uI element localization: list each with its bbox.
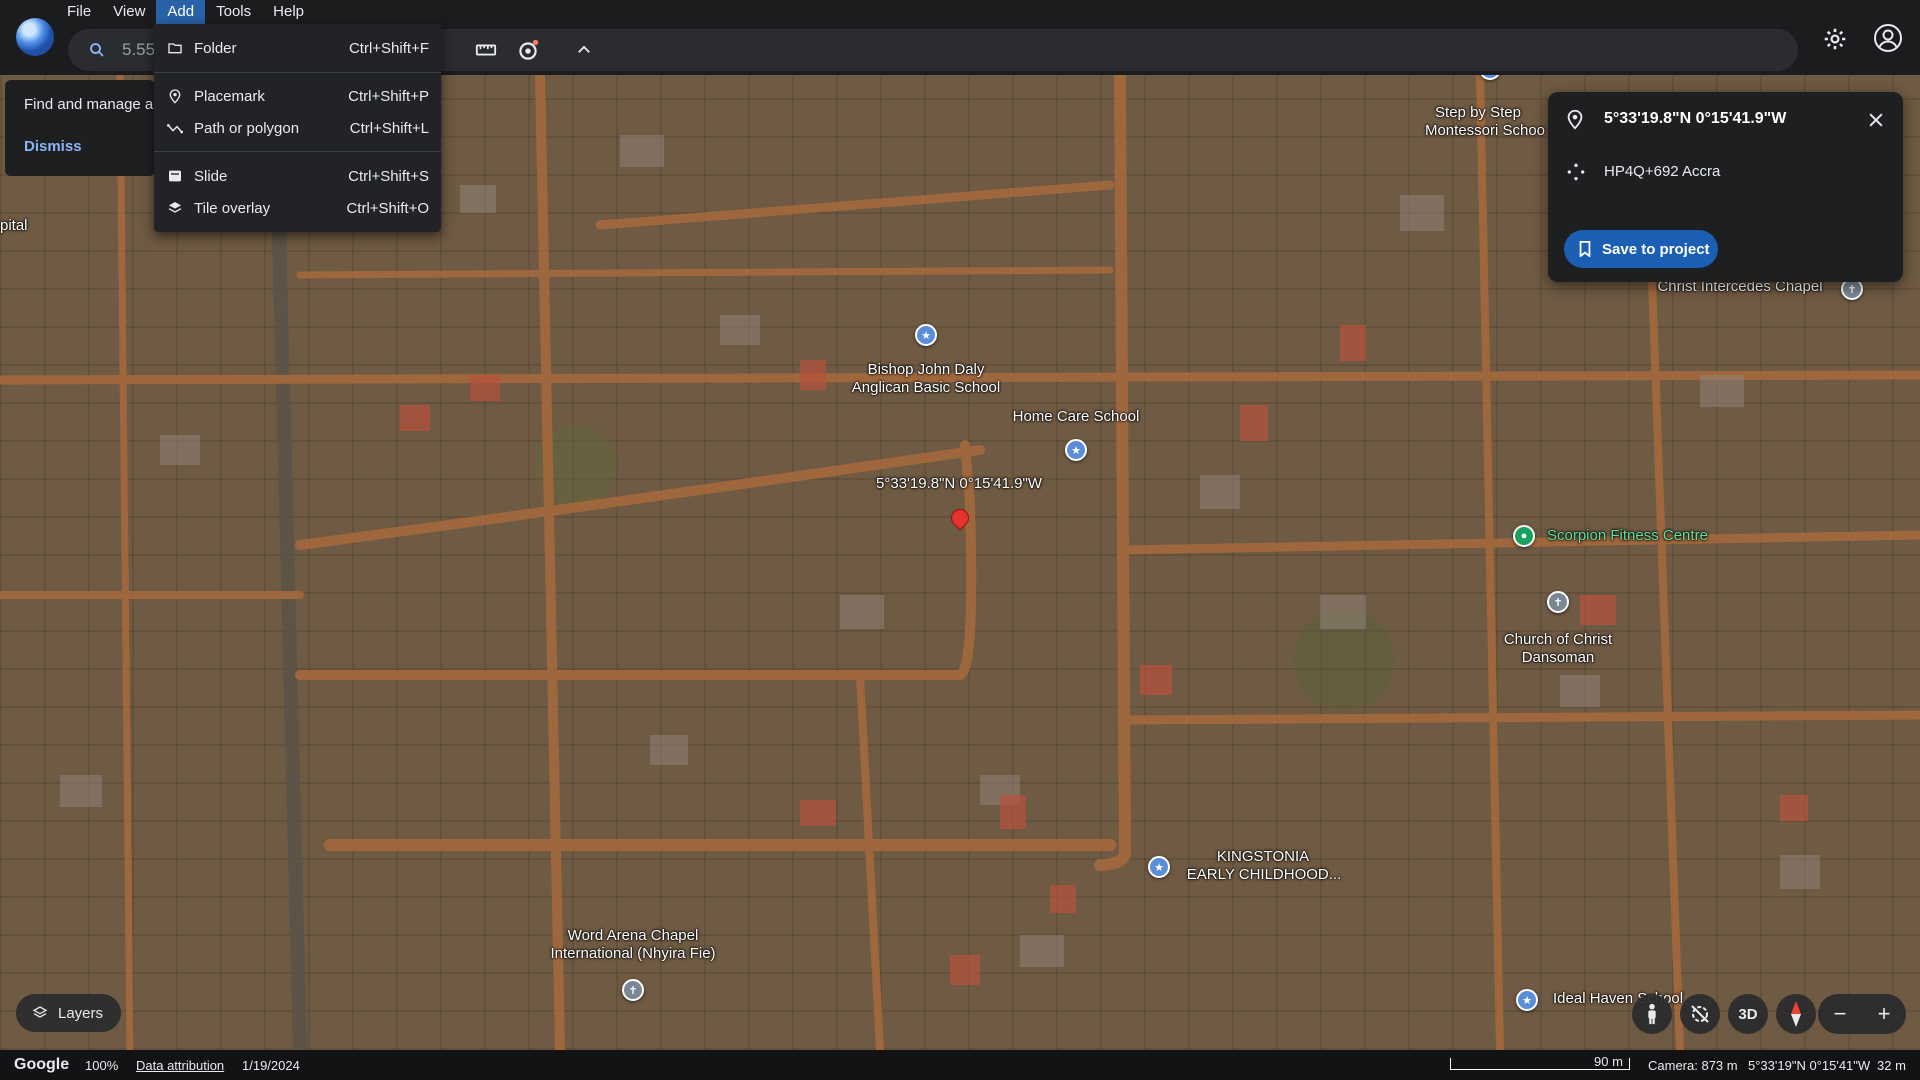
account-icon[interactable] [1872, 22, 1904, 54]
menu-item-path[interactable]: Path or polygon Ctrl+Shift+L [154, 112, 441, 144]
menu-item-folder[interactable]: Folder Ctrl+Shift+F [154, 32, 441, 64]
menu-tools[interactable]: Tools [205, 0, 262, 24]
school-icon[interactable]: ★ [1148, 856, 1170, 878]
location-pin-icon [1567, 109, 1583, 130]
dismiss-button[interactable]: Dismiss [24, 138, 82, 155]
path-icon [167, 120, 183, 136]
zoom-in-button[interactable]: + [1862, 994, 1906, 1034]
menu-item-shortcut: Ctrl+Shift+L [349, 119, 429, 137]
pegman-icon [1648, 1003, 1656, 1025]
menu-item-shortcut: Ctrl+Shift+P [348, 87, 429, 105]
close-icon[interactable] [1866, 110, 1886, 130]
imagery-date: 1/19/2024 [242, 1058, 300, 1073]
no-rotation-icon [1691, 1005, 1709, 1023]
church-icon[interactable]: ✝ [1547, 591, 1569, 613]
church-icon[interactable]: ✝ [622, 979, 644, 1001]
school-icon[interactable]: ★ [915, 324, 937, 346]
cursor-coordinates: 5°33'19"N 0°15'41"W [1748, 1058, 1871, 1073]
camera-altitude: Camera: 873 m [1648, 1058, 1738, 1073]
menu-item-label: Placemark [194, 87, 265, 105]
slide-icon [167, 168, 183, 184]
menu-item-label: Path or polygon [194, 119, 300, 137]
menu-item-slide[interactable]: Slide Ctrl+Shift+S [154, 160, 441, 192]
compass-icon [1791, 1001, 1801, 1027]
notice-text: Find and manage all [24, 96, 160, 113]
reset-tilt-button[interactable] [1680, 994, 1720, 1034]
scale-label: 90 m [1594, 1054, 1623, 1069]
toggle-3d-button[interactable]: 3D [1728, 994, 1768, 1034]
place-label[interactable]: Bishop John Daly [868, 361, 985, 379]
zoom-controls: − + [1818, 994, 1906, 1034]
place-label[interactable]: KINGSTONIA [1217, 848, 1309, 866]
menu-help[interactable]: Help [262, 0, 315, 24]
place-label[interactable]: Step by Step [1435, 104, 1521, 122]
historical-imagery-icon[interactable] [515, 37, 541, 63]
menu-item-shortcut: Ctrl+Shift+S [348, 167, 429, 185]
save-to-project-button[interactable]: Save to project [1564, 230, 1718, 268]
menu-item-label: Tile overlay [194, 199, 271, 217]
menu-item-label: Folder [194, 39, 237, 57]
place-label[interactable]: Word Arena Chapel [568, 927, 699, 945]
compass-button[interactable] [1776, 994, 1816, 1034]
bookmark-icon [1579, 241, 1591, 257]
place-label[interactable]: EARLY CHILDHOOD... [1187, 866, 1341, 884]
menu-divider [154, 151, 441, 152]
gear-icon[interactable] [1822, 26, 1848, 52]
google-logo: Google [14, 1056, 70, 1073]
menu-file[interactable]: File [56, 0, 102, 24]
place-label[interactable]: Home Care School [1013, 408, 1140, 426]
save-button-label: Save to project [1602, 240, 1710, 258]
zoom-out-button[interactable]: − [1818, 994, 1862, 1034]
folder-icon [167, 40, 183, 56]
location-info-card: 5°33'19.8"N 0°15'41.9"W HP4Q+692 Accra S… [1548, 92, 1903, 282]
layers-label: Layers [58, 1004, 104, 1022]
status-bar: Google 100% Data attribution 1/19/2024 C… [0, 1050, 1920, 1080]
menu-view[interactable]: View [102, 0, 156, 24]
coordinates-title: 5°33'19.8"N 0°15'41.9"W [1604, 110, 1787, 127]
layers-button[interactable]: Layers [16, 994, 121, 1032]
ruler-icon[interactable] [475, 39, 497, 61]
menu-bar: File View Add Tools Help [56, 0, 315, 24]
search-input[interactable]: 5.55 [122, 40, 155, 60]
menu-item-placemark[interactable]: Placemark Ctrl+Shift+P [154, 80, 441, 112]
tile-overlay-icon [167, 200, 183, 216]
layers-icon [32, 1006, 48, 1018]
place-label[interactable]: Scorpion Fitness Centre [1547, 527, 1708, 545]
plus-code[interactable]: HP4Q+692 Accra [1604, 163, 1720, 180]
search-icon [90, 43, 104, 57]
menu-item-label: Slide [194, 167, 228, 185]
chevron-up-icon[interactable] [575, 41, 593, 59]
zoom-level: 100% [85, 1058, 119, 1073]
placemark-icon [167, 88, 183, 104]
data-attribution-link[interactable]: Data attribution [136, 1058, 224, 1073]
place-label[interactable]: Montessori Schoo [1425, 122, 1545, 140]
place-label[interactable]: Church of Christ [1504, 631, 1612, 649]
menu-add[interactable]: Add [156, 0, 206, 24]
place-label[interactable]: International (Nhyira Fie) [550, 945, 715, 963]
place-label[interactable]: pital [0, 217, 28, 235]
plus-code-icon [1567, 163, 1585, 181]
fitness-icon[interactable]: ● [1513, 525, 1535, 547]
menu-item-shortcut: Ctrl+Shift+F [348, 39, 429, 57]
place-label[interactable]: Anglican Basic School [852, 379, 1000, 397]
menu-item-shortcut: Ctrl+Shift+O [346, 199, 429, 217]
projects-notice: Find and manage all Dismiss [5, 80, 160, 176]
menu-item-tile-overlay[interactable]: Tile overlay Ctrl+Shift+O [154, 192, 441, 224]
elevation: 32 m [1877, 1058, 1906, 1073]
place-label[interactable]: Dansoman [1522, 649, 1595, 667]
street-view-button[interactable] [1632, 994, 1672, 1034]
menu-divider [154, 72, 441, 73]
pin-coordinates-label: 5°33'19.8"N 0°15'41.9"W [876, 475, 1042, 492]
school-icon[interactable]: ★ [1065, 439, 1087, 461]
add-menu-dropdown: Folder Ctrl+Shift+F Placemark Ctrl+Shift… [154, 24, 441, 232]
earth-logo-icon[interactable] [16, 18, 54, 56]
school-icon[interactable]: ★ [1516, 989, 1538, 1011]
